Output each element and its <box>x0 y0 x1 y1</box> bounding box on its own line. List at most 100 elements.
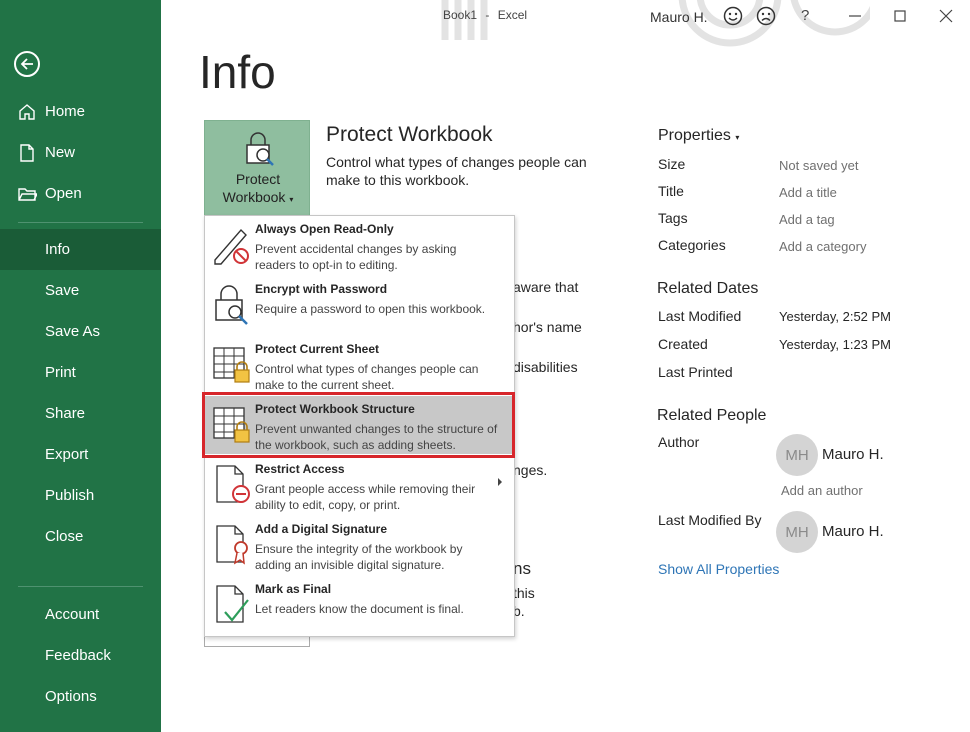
related-dates-heading: Related Dates <box>657 280 759 297</box>
sidebar-item-label: Publish <box>45 487 95 504</box>
sidebar-item-label: Info <box>45 241 71 258</box>
back-arrow-icon[interactable] <box>14 51 40 77</box>
check-document-icon <box>216 585 249 623</box>
sidebar-item-label: Options <box>45 688 97 705</box>
menu-item-title: Encrypt with Password <box>255 282 388 296</box>
menu-item-description: Require a password to open this workbook… <box>255 302 486 316</box>
sidebar-item-home[interactable]: Home <box>0 91 161 132</box>
menu-item-always-open-read-only[interactable]: Always Open Read-Only Prevent accidental… <box>205 216 514 274</box>
prop-label-last-modified-by: Last Modified By <box>658 512 762 528</box>
sidebar-item-share[interactable]: Share <box>0 393 161 434</box>
menu-item-restrict-access[interactable]: Restrict Access Grant people access whil… <box>205 456 514 514</box>
sheet-lock-icon <box>213 347 250 383</box>
sidebar-item-options[interactable]: Options <box>0 676 161 717</box>
avatar: MH <box>776 511 818 553</box>
author-name[interactable]: Mauro H. <box>822 446 884 463</box>
title-separator: - <box>485 8 490 22</box>
obscured-text: hor's name <box>513 319 582 335</box>
prop-value-categories[interactable]: Add a category <box>779 239 866 254</box>
protect-workbook-description: Control what types of changes people can… <box>326 154 587 188</box>
sidebar-item-new[interactable]: New <box>0 132 161 173</box>
obscured-text: this <box>513 585 535 601</box>
prop-value-title[interactable]: Add a title <box>779 185 837 200</box>
menu-item-add-digital-signature[interactable]: Add a Digital Signature Ensure the integ… <box>205 516 514 574</box>
protect-tile-label-text: Workbook <box>222 189 286 205</box>
prop-label-categories: Categories <box>658 237 726 253</box>
sidebar-item-label: Open <box>45 185 82 202</box>
prop-label-tags: Tags <box>658 210 688 226</box>
sidebar-item-save[interactable]: Save <box>0 270 161 311</box>
backstage-sidebar: Home New Open Info Save Save As Print Sh… <box>0 0 161 732</box>
prop-label-title: Title <box>658 183 684 199</box>
avatar: MH <box>776 434 818 476</box>
highlight-annotation <box>202 392 515 458</box>
menu-item-description: Ensure the integrity of the workbook by … <box>255 542 463 572</box>
home-icon <box>19 104 35 120</box>
chevron-down-icon: ▾ <box>289 195 294 204</box>
obscured-text: aware that <box>513 279 579 295</box>
sidebar-item-feedback[interactable]: Feedback <box>0 635 161 676</box>
prop-value-created: Yesterday, 1:23 PM <box>779 337 892 352</box>
sidebar-item-print[interactable]: Print <box>0 352 161 393</box>
show-all-properties-link[interactable]: Show All Properties <box>658 561 779 577</box>
restrict-access-icon <box>216 465 250 503</box>
obscured-text: nges. <box>513 462 548 478</box>
sidebar-item-account[interactable]: Account <box>0 594 161 635</box>
properties-heading[interactable]: Properties ▾ <box>658 127 739 145</box>
sidebar-item-label: Save <box>45 282 80 299</box>
prop-label-last-printed: Last Printed <box>658 364 733 380</box>
prop-value-tags[interactable]: Add a tag <box>779 212 835 227</box>
sidebar-item-label: Home <box>45 103 86 120</box>
document-title: Book1 - Excel <box>443 8 527 22</box>
add-author-field[interactable]: Add an author <box>781 483 863 498</box>
sidebar-item-label: Close <box>45 528 84 545</box>
menu-item-description: Control what types of changes people can… <box>255 362 479 392</box>
prop-label-author: Author <box>658 434 700 450</box>
menu-item-title: Protect Current Sheet <box>255 342 380 356</box>
related-people-heading: Related People <box>657 407 767 424</box>
prop-label-created: Created <box>658 336 708 352</box>
signature-ribbon-icon <box>216 525 248 565</box>
sidebar-item-save-as[interactable]: Save As <box>0 311 161 352</box>
page-title: Info <box>199 46 276 98</box>
sidebar-item-label: Save As <box>45 323 101 340</box>
menu-item-encrypt-with-password[interactable]: Encrypt with Password Require a password… <box>205 276 514 334</box>
sidebar-item-open[interactable]: Open <box>0 173 161 214</box>
sidebar-item-publish[interactable]: Publish <box>0 475 161 516</box>
signed-in-user[interactable]: Mauro H. <box>650 9 708 25</box>
new-document-icon <box>20 144 34 162</box>
help-icon[interactable]: ? <box>801 7 809 24</box>
protect-tile-label: Protect <box>235 171 281 187</box>
prop-value-last-modified: Yesterday, 2:52 PM <box>779 309 892 324</box>
protect-workbook-button[interactable]: Protect Workbook ▾ <box>204 120 310 216</box>
smile-feedback-icon[interactable] <box>723 6 743 26</box>
sidebar-item-info[interactable]: Info <box>0 229 161 270</box>
prop-label-size: Size <box>658 156 686 172</box>
sidebar-item-label: Print <box>45 364 76 381</box>
prop-label-last-modified: Last Modified <box>658 308 742 324</box>
pencil-no-icon <box>214 228 249 265</box>
menu-item-title: Restrict Access <box>255 462 345 476</box>
sidebar-item-label: Export <box>45 446 89 463</box>
menu-item-description: Prevent accidental changes by asking rea… <box>255 242 457 272</box>
menu-item-title: Mark as Final <box>255 582 332 596</box>
minimize-icon[interactable] <box>845 6 865 26</box>
menu-item-description: Let readers know the document is final. <box>255 602 464 616</box>
close-icon[interactable] <box>936 6 956 26</box>
chevron-down-icon: ▾ <box>735 133 740 142</box>
menu-item-title: Add a Digital Signature <box>255 522 388 536</box>
app-name: Excel <box>497 8 528 22</box>
sidebar-item-close[interactable]: Close <box>0 516 161 557</box>
properties-heading-text: Properties <box>658 127 731 144</box>
menu-item-protect-current-sheet[interactable]: Protect Current Sheet Control what types… <box>205 336 514 394</box>
sidebar-divider <box>18 222 143 223</box>
frown-feedback-icon[interactable] <box>756 6 776 26</box>
menu-item-description: Grant people access while removing their… <box>255 482 476 512</box>
last-modified-by-name[interactable]: Mauro H. <box>822 523 884 540</box>
maximize-icon[interactable] <box>890 6 910 26</box>
sidebar-item-label: New <box>45 144 76 161</box>
submenu-arrow-icon <box>498 478 502 486</box>
menu-item-mark-as-final[interactable]: Mark as Final Let readers know the docum… <box>205 576 514 634</box>
open-folder-icon <box>18 188 37 201</box>
sidebar-item-export[interactable]: Export <box>0 434 161 475</box>
